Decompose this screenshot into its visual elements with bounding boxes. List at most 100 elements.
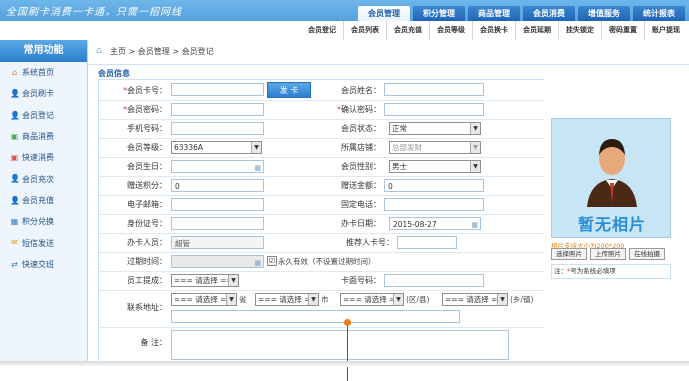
- subnav-member-extend[interactable]: 会员延期: [515, 21, 558, 40]
- tab-value-added-services[interactable]: 增值服务: [578, 6, 630, 21]
- sidebar-item-card-swipe[interactable]: 👤 会员刷卡: [0, 83, 87, 104]
- referrer-label: 推荐人卡号：: [346, 238, 394, 247]
- chevron-down-icon: ▼: [308, 294, 318, 305]
- header: 全国刷卡消费一卡通，只需一招网线 会员管理 积分管理 商品管理 会员消费 增值服…: [0, 0, 689, 41]
- chevron-down-icon: ▼: [470, 142, 480, 153]
- password-input[interactable]: [171, 103, 264, 116]
- tab-statistics-reports[interactable]: 统计报表: [633, 6, 685, 21]
- upload-photo-button[interactable]: 上传照片: [590, 248, 626, 260]
- gift-amount-input[interactable]: 0: [384, 179, 484, 192]
- phone-input[interactable]: [171, 122, 264, 135]
- subnav-withdraw[interactable]: 账户提现: [644, 21, 687, 40]
- landline-input[interactable]: [384, 198, 484, 211]
- card-no-label: 会员卡号：: [127, 86, 167, 95]
- form-row: 备 注：: [99, 327, 544, 362]
- email-label: 电子邮箱：: [127, 200, 167, 209]
- form-row: 电子邮箱： 固定电话：: [99, 195, 544, 215]
- address-detail-input[interactable]: [171, 310, 460, 323]
- subnav-loss-lock[interactable]: 挂失锁定: [558, 21, 601, 40]
- top-tabs: 会员管理 积分管理 商品管理 会员消费 增值服务 统计报表: [358, 6, 685, 21]
- sidebar-item-home[interactable]: ⌂ 系统首页: [0, 62, 87, 83]
- tab-member-consumption[interactable]: 会员消费: [523, 6, 575, 21]
- section-title: 会员信息: [98, 69, 130, 78]
- subnav-password-reset[interactable]: 密码重置: [601, 21, 644, 40]
- referrer-input[interactable]: [397, 236, 457, 249]
- level-select[interactable]: 63336A ▼: [171, 141, 262, 154]
- permanent-checkbox[interactable]: ☑: [267, 256, 277, 266]
- landline-label: 固定电话：: [341, 200, 381, 209]
- sidebar-item-points-exchange[interactable]: ▦ 积分兑换: [0, 211, 87, 232]
- home-icon: ⌂: [96, 46, 102, 56]
- remark-textarea[interactable]: [171, 330, 509, 360]
- confirm-password-label: 确认密码：: [341, 105, 381, 114]
- subnav-member-level[interactable]: 会员等级: [429, 21, 472, 40]
- permanent-label: 永久有效（不设置过期时间）: [278, 257, 376, 266]
- store-label: 所属店铺：: [341, 143, 381, 152]
- sidebar-item-goods-consume[interactable]: ▣ 商品消费: [0, 126, 87, 147]
- subnav-member-register[interactable]: 会员登记: [301, 21, 343, 40]
- sidebar-item-register[interactable]: 👤 会员登记: [0, 105, 87, 126]
- sidebar-item-sms[interactable]: ✉ 短信发送: [0, 232, 87, 253]
- phone-label: 手机号码：: [127, 124, 167, 133]
- store-select[interactable]: 总部发财 ▼: [389, 141, 481, 154]
- chevron-down-icon: ▼: [470, 161, 480, 172]
- sidebar-title: 常用功能: [0, 40, 87, 62]
- district-select[interactable]: === 请选择 === ▼: [340, 293, 404, 306]
- main-content: ⌂ 主页 > 会员管理 > 会员登记 会员信息 *会员卡号： 发 卡 会员姓名：…: [88, 40, 689, 362]
- id-no-label: 身份证号：: [127, 219, 167, 228]
- city-select[interactable]: === 请选择 === ▼: [255, 293, 319, 306]
- id-no-input[interactable]: [171, 217, 264, 230]
- no-photo-text: 暂无相片: [577, 215, 646, 234]
- province-select[interactable]: === 请选择 === ▼: [171, 293, 237, 306]
- form-row: 过期时间： ▦ ☑ 永久有效（不设置过期时间）: [99, 252, 544, 272]
- name-input[interactable]: [384, 83, 484, 96]
- subnav-member-recharge[interactable]: 会员充值: [386, 21, 429, 40]
- gift-amount-label: 赠送金额：: [341, 181, 381, 190]
- photo-frame: 暂无相片: [551, 118, 671, 238]
- town-select[interactable]: === 请选择 === ▼: [442, 293, 508, 306]
- card-face-input[interactable]: [384, 274, 484, 287]
- calendar-icon[interactable]: ▦: [254, 257, 261, 267]
- issue-date-input[interactable]: 2015-08-27 ▦: [389, 217, 481, 230]
- tab-member-management[interactable]: 会员管理: [358, 6, 410, 21]
- subnav-member-list[interactable]: 会员列表: [343, 21, 386, 40]
- choose-photo-button[interactable]: 选择照片: [551, 248, 587, 260]
- expiry-input[interactable]: ▦: [171, 255, 264, 268]
- card-no-input[interactable]: [171, 83, 264, 96]
- email-input[interactable]: [171, 198, 264, 211]
- gift-points-label: 赠送积分：: [127, 181, 167, 190]
- calendar-icon[interactable]: ▦: [254, 162, 261, 172]
- sidebar-item-recharge[interactable]: 👤 会员充值: [0, 190, 87, 211]
- tab-points-management[interactable]: 积分管理: [413, 6, 465, 21]
- calendar-icon[interactable]: ▦: [471, 219, 478, 229]
- birthday-input[interactable]: ▦: [171, 160, 264, 173]
- tab-goods-management[interactable]: 商品管理: [468, 6, 520, 21]
- subnav-card-replace[interactable]: 会员换卡: [472, 21, 515, 40]
- user-card-icon: 👤: [10, 89, 20, 99]
- gift-points-input[interactable]: 0: [171, 179, 264, 192]
- form-row: 会员生日： ▦ 会员性别： 男士 ▼: [99, 157, 544, 177]
- annotation-marker: [344, 319, 351, 326]
- gender-select[interactable]: 男士 ▼: [389, 160, 481, 173]
- sidebar-item-quick-consume[interactable]: ▣ 快速消费: [0, 147, 87, 168]
- commission-select[interactable]: === 请选择 === ▼: [171, 274, 239, 287]
- confirm-password-input[interactable]: [384, 103, 484, 116]
- window-shadow: [0, 361, 689, 367]
- app-window: 全国刷卡消费一卡通，只需一招网线 会员管理 积分管理 商品管理 会员消费 增值服…: [0, 0, 689, 362]
- sidebar-item-recharge-times[interactable]: 👤 会员充次: [0, 168, 87, 189]
- status-select[interactable]: 正常 ▼: [389, 122, 481, 135]
- mail-icon: ✉: [11, 238, 18, 248]
- chevron-down-icon: ▼: [251, 142, 261, 153]
- name-label: 会员姓名：: [341, 86, 381, 95]
- sidebar-item-handover[interactable]: ⇄ 快速交班: [0, 254, 87, 275]
- level-label: 会员等级：: [127, 143, 167, 152]
- form-row: 赠送积分： 0 赠送金额： 0: [99, 176, 544, 196]
- commission-label: 员工提成：: [127, 276, 167, 285]
- operator-input[interactable]: 超管: [171, 236, 264, 249]
- form-row: 联系地址： === 请选择 === ▼ 省 === 请选择 === ▼ 市 === …: [99, 290, 544, 328]
- online-capture-button[interactable]: 在线拍摄: [629, 248, 665, 260]
- chevron-down-icon: ▼: [470, 123, 480, 134]
- avatar-placeholder-icon: [587, 139, 637, 207]
- form-row: *会员卡号： 发 卡 会员姓名：: [99, 80, 544, 101]
- issue-card-button[interactable]: 发 卡: [267, 82, 311, 98]
